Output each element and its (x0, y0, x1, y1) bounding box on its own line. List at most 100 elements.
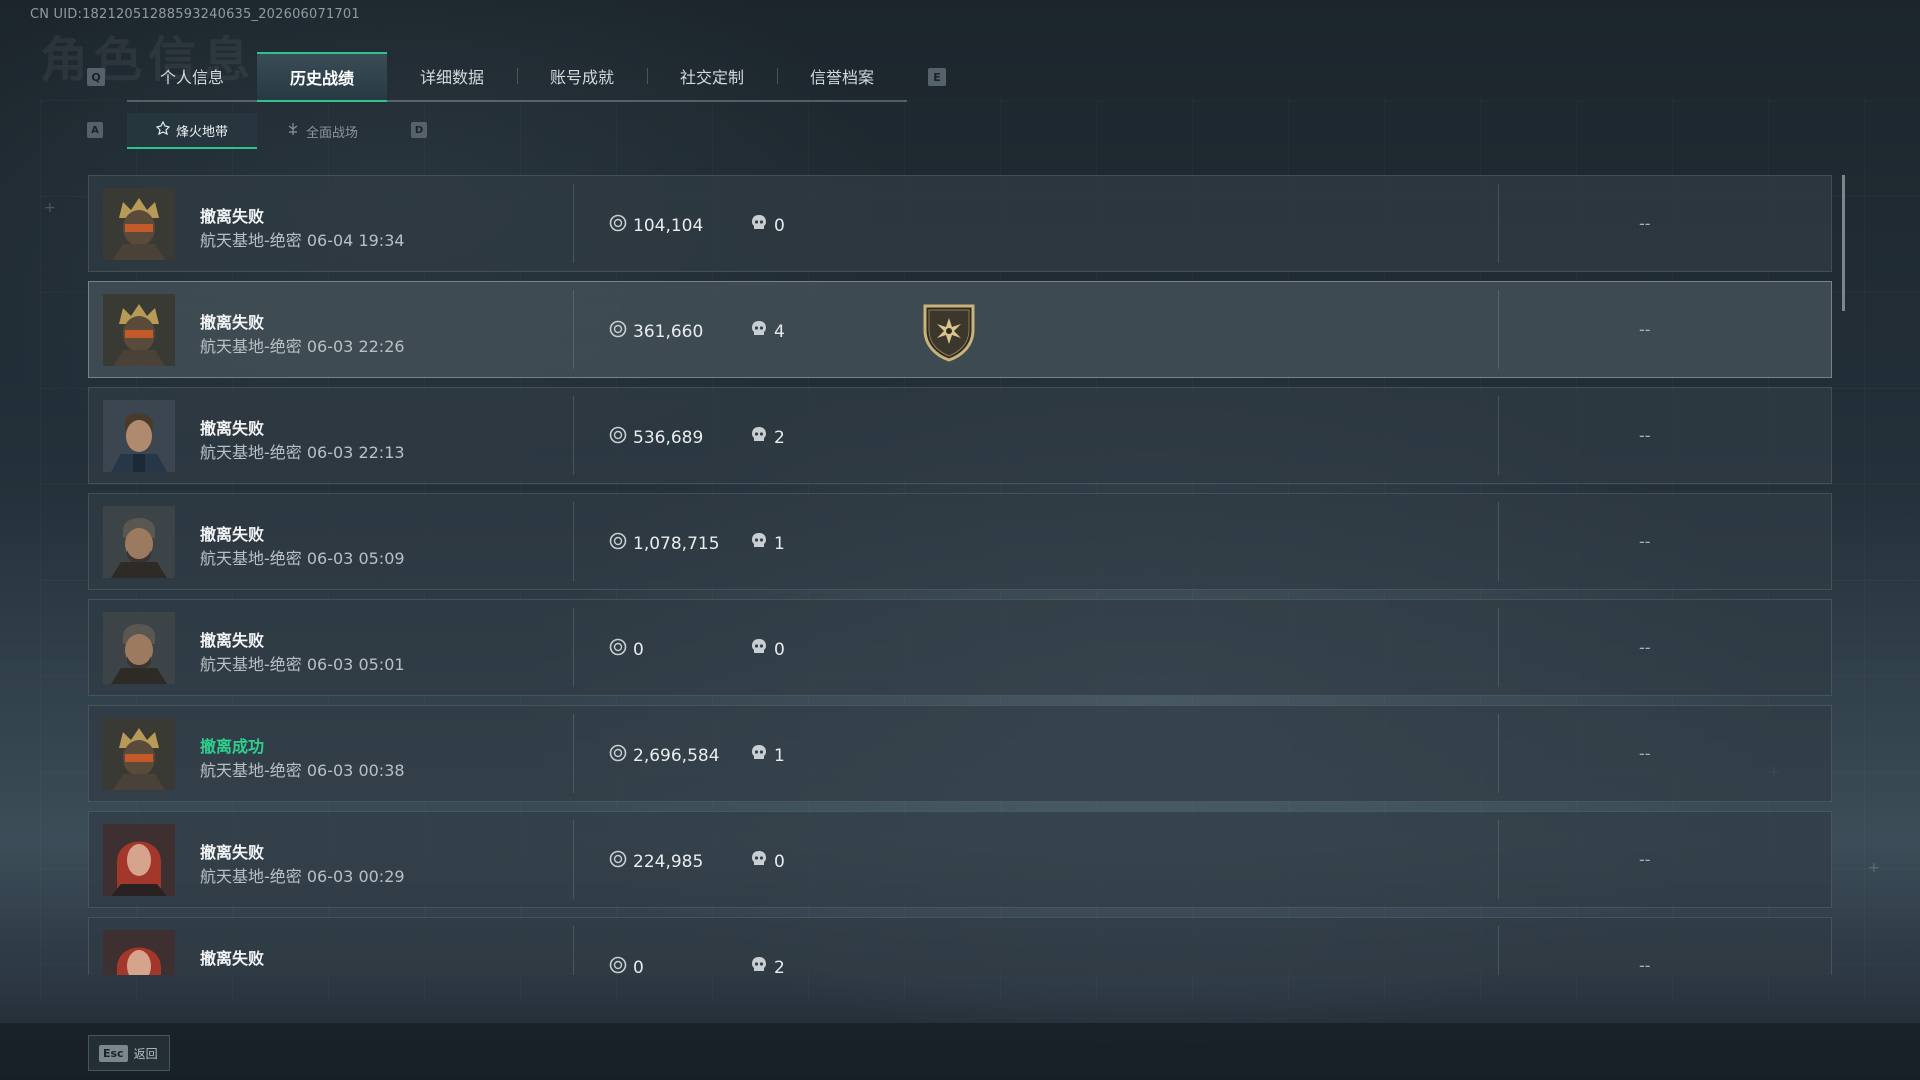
column-divider (573, 502, 574, 581)
loot-value: 361,660 (609, 320, 703, 343)
loot-value-text: 104,104 (633, 215, 704, 236)
match-record-row[interactable]: 撤离失败 航天基地-绝密 06-03 22:13 536,689 2 -- (88, 387, 1832, 484)
column-divider (573, 396, 574, 475)
column-divider (1498, 502, 1499, 581)
tab-detailed-data[interactable]: 详细数据 (387, 52, 517, 100)
match-record-row[interactable]: 撤离失败 航天基地-绝密 06-03 05:01 0 0 -- (88, 599, 1832, 696)
subtab-full-battlefield[interactable]: 全面战场 (257, 113, 387, 149)
column-divider (1498, 926, 1499, 975)
operator-avatar (103, 930, 175, 975)
kill-count: 2 (751, 426, 785, 449)
tab-achievements[interactable]: 账号成就 (517, 52, 647, 100)
map-and-time: 航天基地-绝密 06-04 19:34 (200, 231, 405, 250)
kill-count-text: 2 (774, 957, 785, 976)
loot-value-text: 1,078,715 (633, 533, 720, 554)
match-record-row[interactable]: 撤离失败 航天基地-绝密 06-03 00:29 224,985 0 -- (88, 811, 1832, 908)
match-record-row[interactable]: 撤离失败 0 2 -- (88, 917, 1832, 975)
plus-deco-icon: + (1868, 860, 1880, 876)
tab-social-custom[interactable]: 社交定制 (647, 52, 777, 100)
extra-value: -- (1639, 744, 1651, 763)
main-tab-bar: 个人信息 历史战绩 详细数据 账号成就 社交定制 信誉档案 (127, 52, 907, 102)
list-scrollbar[interactable] (1842, 175, 1845, 311)
key-hint-prev-tab[interactable]: Q (87, 68, 105, 86)
operator-avatar (103, 612, 175, 684)
key-hint-prev-sub[interactable]: A (87, 122, 103, 138)
extra-value: -- (1639, 956, 1651, 975)
extraction-result: 撤离失败 (200, 843, 265, 862)
map-and-time: 航天基地-绝密 06-03 22:13 (200, 443, 405, 462)
extraction-result: 撤离失败 (200, 631, 265, 650)
extraction-result: 撤离失败 (200, 313, 265, 332)
coin-icon (609, 320, 627, 343)
loot-value-text: 2,696,584 (633, 745, 720, 766)
loot-value: 224,985 (609, 850, 703, 873)
achievement-shield-badge-icon (919, 300, 979, 362)
loot-value-text: 536,689 (633, 427, 704, 448)
match-record-row[interactable]: 撤离失败 航天基地-绝密 06-03 22:26 361,660 4 -- (88, 281, 1832, 378)
subtab-label: 全面战场 (305, 125, 358, 141)
operator-avatar (103, 400, 175, 472)
operator-avatar (103, 188, 175, 260)
battlefield-icon (286, 122, 300, 140)
key-hint-next-tab[interactable]: E (928, 68, 946, 86)
operator-avatar (103, 718, 175, 790)
coin-icon (609, 532, 627, 555)
match-record-row[interactable]: 撤离失败 航天基地-绝密 06-04 19:34 104,104 0 -- (88, 175, 1832, 272)
column-divider (573, 184, 574, 263)
loot-value: 2,696,584 (609, 744, 720, 767)
skull-icon (751, 850, 767, 873)
kill-count-text: 0 (774, 851, 785, 872)
tab-match-history[interactable]: 历史战绩 (257, 52, 387, 102)
coin-icon (609, 638, 627, 661)
match-record-row[interactable]: 撤离成功 航天基地-绝密 06-03 00:38 2,696,584 1 -- (88, 705, 1832, 802)
kill-count: 0 (751, 850, 785, 873)
skull-icon (751, 214, 767, 237)
kill-count: 0 (751, 214, 785, 237)
loot-value-text: 361,660 (633, 321, 704, 342)
kill-count: 4 (751, 320, 785, 343)
map-and-time: 航天基地-绝密 06-03 05:09 (200, 549, 405, 568)
extraction-result: 撤离失败 (200, 949, 265, 968)
tab-credit-profile[interactable]: 信誉档案 (777, 52, 907, 100)
back-button[interactable]: Esc 返回 (88, 1035, 170, 1071)
column-divider (573, 290, 574, 369)
loot-value: 1,078,715 (609, 532, 720, 555)
sub-tab-bar: 烽火地带 全面战场 (127, 113, 387, 149)
match-history-list: 撤离失败 航天基地-绝密 06-04 19:34 104,104 0 -- 撤离… (88, 175, 1832, 975)
extraction-result: 撤离失败 (200, 525, 265, 544)
kill-count-text: 4 (774, 321, 785, 342)
operator-avatar (103, 506, 175, 578)
uid-label: CN UID:1821205128859324063​5_20260607170… (30, 7, 360, 22)
coin-icon (609, 850, 627, 873)
operator-avatar (103, 824, 175, 896)
skull-icon (751, 532, 767, 555)
kill-count: 0 (751, 638, 785, 661)
loot-value-text: 224,985 (633, 851, 704, 872)
kill-count: 1 (751, 744, 785, 767)
column-divider (573, 714, 574, 793)
esc-key-hint: Esc (99, 1044, 128, 1062)
subtab-hazard-zone[interactable]: 烽火地带 (127, 113, 257, 149)
match-record-row[interactable]: 撤离失败 航天基地-绝密 06-03 05:09 1,078,715 1 -- (88, 493, 1832, 590)
operator-avatar (103, 294, 175, 366)
tab-personal-info[interactable]: 个人信息 (127, 52, 257, 100)
loot-value: 104,104 (609, 214, 703, 237)
loot-value: 0 (609, 956, 644, 975)
key-hint-next-sub[interactable]: D (411, 122, 427, 138)
extraction-result: 撤离失败 (200, 207, 265, 226)
column-divider (1498, 820, 1499, 899)
skull-icon (751, 320, 767, 343)
coin-icon (609, 426, 627, 449)
hazard-zone-icon (155, 120, 171, 139)
coin-icon (609, 744, 627, 767)
extraction-result: 撤离成功 (200, 737, 265, 756)
coin-icon (609, 956, 627, 975)
map-and-time: 航天基地-绝密 06-03 05:01 (200, 655, 405, 674)
extra-value: -- (1639, 426, 1651, 445)
extra-value: -- (1639, 638, 1651, 657)
extra-value: -- (1639, 214, 1651, 233)
column-divider (1498, 714, 1499, 793)
kill-count-text: 0 (774, 639, 785, 660)
kill-count-text: 2 (774, 427, 785, 448)
column-divider (1498, 608, 1499, 687)
